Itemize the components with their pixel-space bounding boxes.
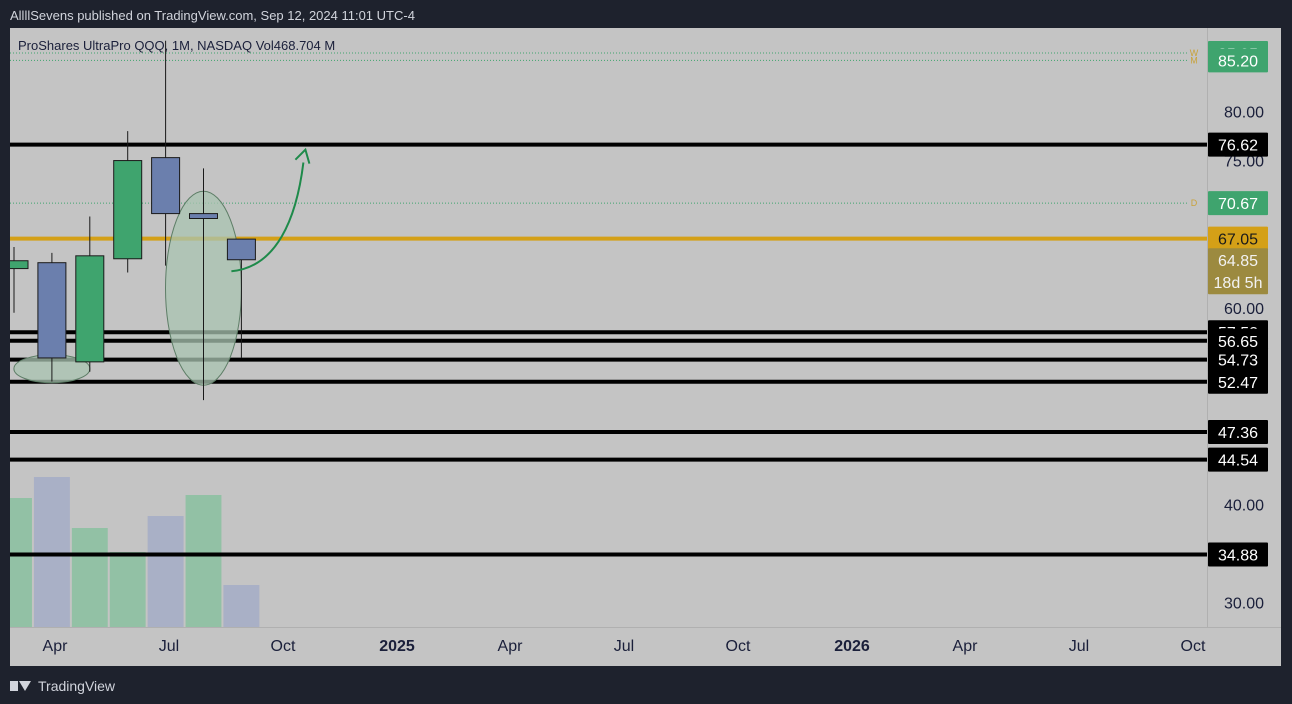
x-tick-label: Jul xyxy=(159,638,179,655)
x-tick-label: Oct xyxy=(726,638,751,655)
candle-body xyxy=(151,157,181,215)
y-tick-label: 30.00 xyxy=(1224,595,1264,612)
level-price-box-label: 52.47 xyxy=(1218,375,1258,392)
tradingview-brand[interactable]: TradingView xyxy=(10,676,115,696)
candle-body xyxy=(113,160,143,260)
x-tick-label: Oct xyxy=(1181,638,1206,655)
level-marker: M xyxy=(1190,55,1198,65)
symbol-legend[interactable]: ProShares UltraPro QQQ, 1M, NASDAQ Vol46… xyxy=(18,38,335,53)
candle-body xyxy=(75,255,105,363)
y-tick-label: 60.00 xyxy=(1224,301,1264,318)
level-price-box-label: 47.36 xyxy=(1218,425,1258,442)
volume-bar xyxy=(10,498,32,627)
current-price-box-label: 64.85 xyxy=(1218,253,1258,270)
candle-body xyxy=(37,262,67,359)
volume-bar xyxy=(185,495,222,627)
countdown-label: 18d 5h xyxy=(1214,275,1263,292)
x-tick-label: 2025 xyxy=(379,638,415,655)
volume-label: Vol xyxy=(256,38,274,53)
x-tick-label: Apr xyxy=(498,638,524,655)
volume-bar xyxy=(33,477,70,627)
candle-body xyxy=(10,260,29,270)
symbol-name: ProShares UltraPro QQQ, 1M, NASDAQ xyxy=(18,38,256,53)
y-tick-label: 80.00 xyxy=(1224,104,1264,121)
price-chart[interactable]: 80.0075.0060.0040.0030.0085.9585.2070.67… xyxy=(10,28,1281,666)
level-price-box-label: 44.54 xyxy=(1218,453,1258,470)
x-tick-label: Jul xyxy=(614,638,634,655)
candle-body xyxy=(226,238,256,261)
x-tick-label: Jul xyxy=(1069,638,1089,655)
level-marker: D xyxy=(1191,198,1198,208)
publish-info: AllllSevens published on TradingView.com… xyxy=(10,8,415,23)
candle-body xyxy=(189,213,218,220)
volume-bar xyxy=(109,552,146,627)
dotted-level-price-box-label: 70.67 xyxy=(1218,196,1258,213)
brand-name: TradingView xyxy=(38,678,116,694)
level-price-box-label: 54.73 xyxy=(1218,353,1258,370)
x-tick-label: 2026 xyxy=(834,638,870,655)
dotted-level-price-box-label: 85.20 xyxy=(1218,53,1258,70)
volume-bar xyxy=(223,585,260,627)
tradingview-logo-icon xyxy=(10,679,32,693)
level-price-box-label: 34.88 xyxy=(1218,548,1258,565)
y-tick-label: 40.00 xyxy=(1224,497,1264,514)
x-tick-label: Apr xyxy=(43,638,69,655)
volume-bar xyxy=(71,528,108,627)
volume-value: 468.704 M xyxy=(274,38,335,53)
level-price-box-label: 76.62 xyxy=(1218,138,1258,155)
x-tick-label: Apr xyxy=(953,638,979,655)
arrow-head xyxy=(294,147,311,164)
gold-level-price-box-label: 67.05 xyxy=(1218,232,1258,249)
chart-frame[interactable]: 80.0075.0060.0040.0030.0085.9585.2070.67… xyxy=(10,28,1281,666)
volume-bar xyxy=(147,516,184,627)
x-tick-label: Oct xyxy=(271,638,296,655)
